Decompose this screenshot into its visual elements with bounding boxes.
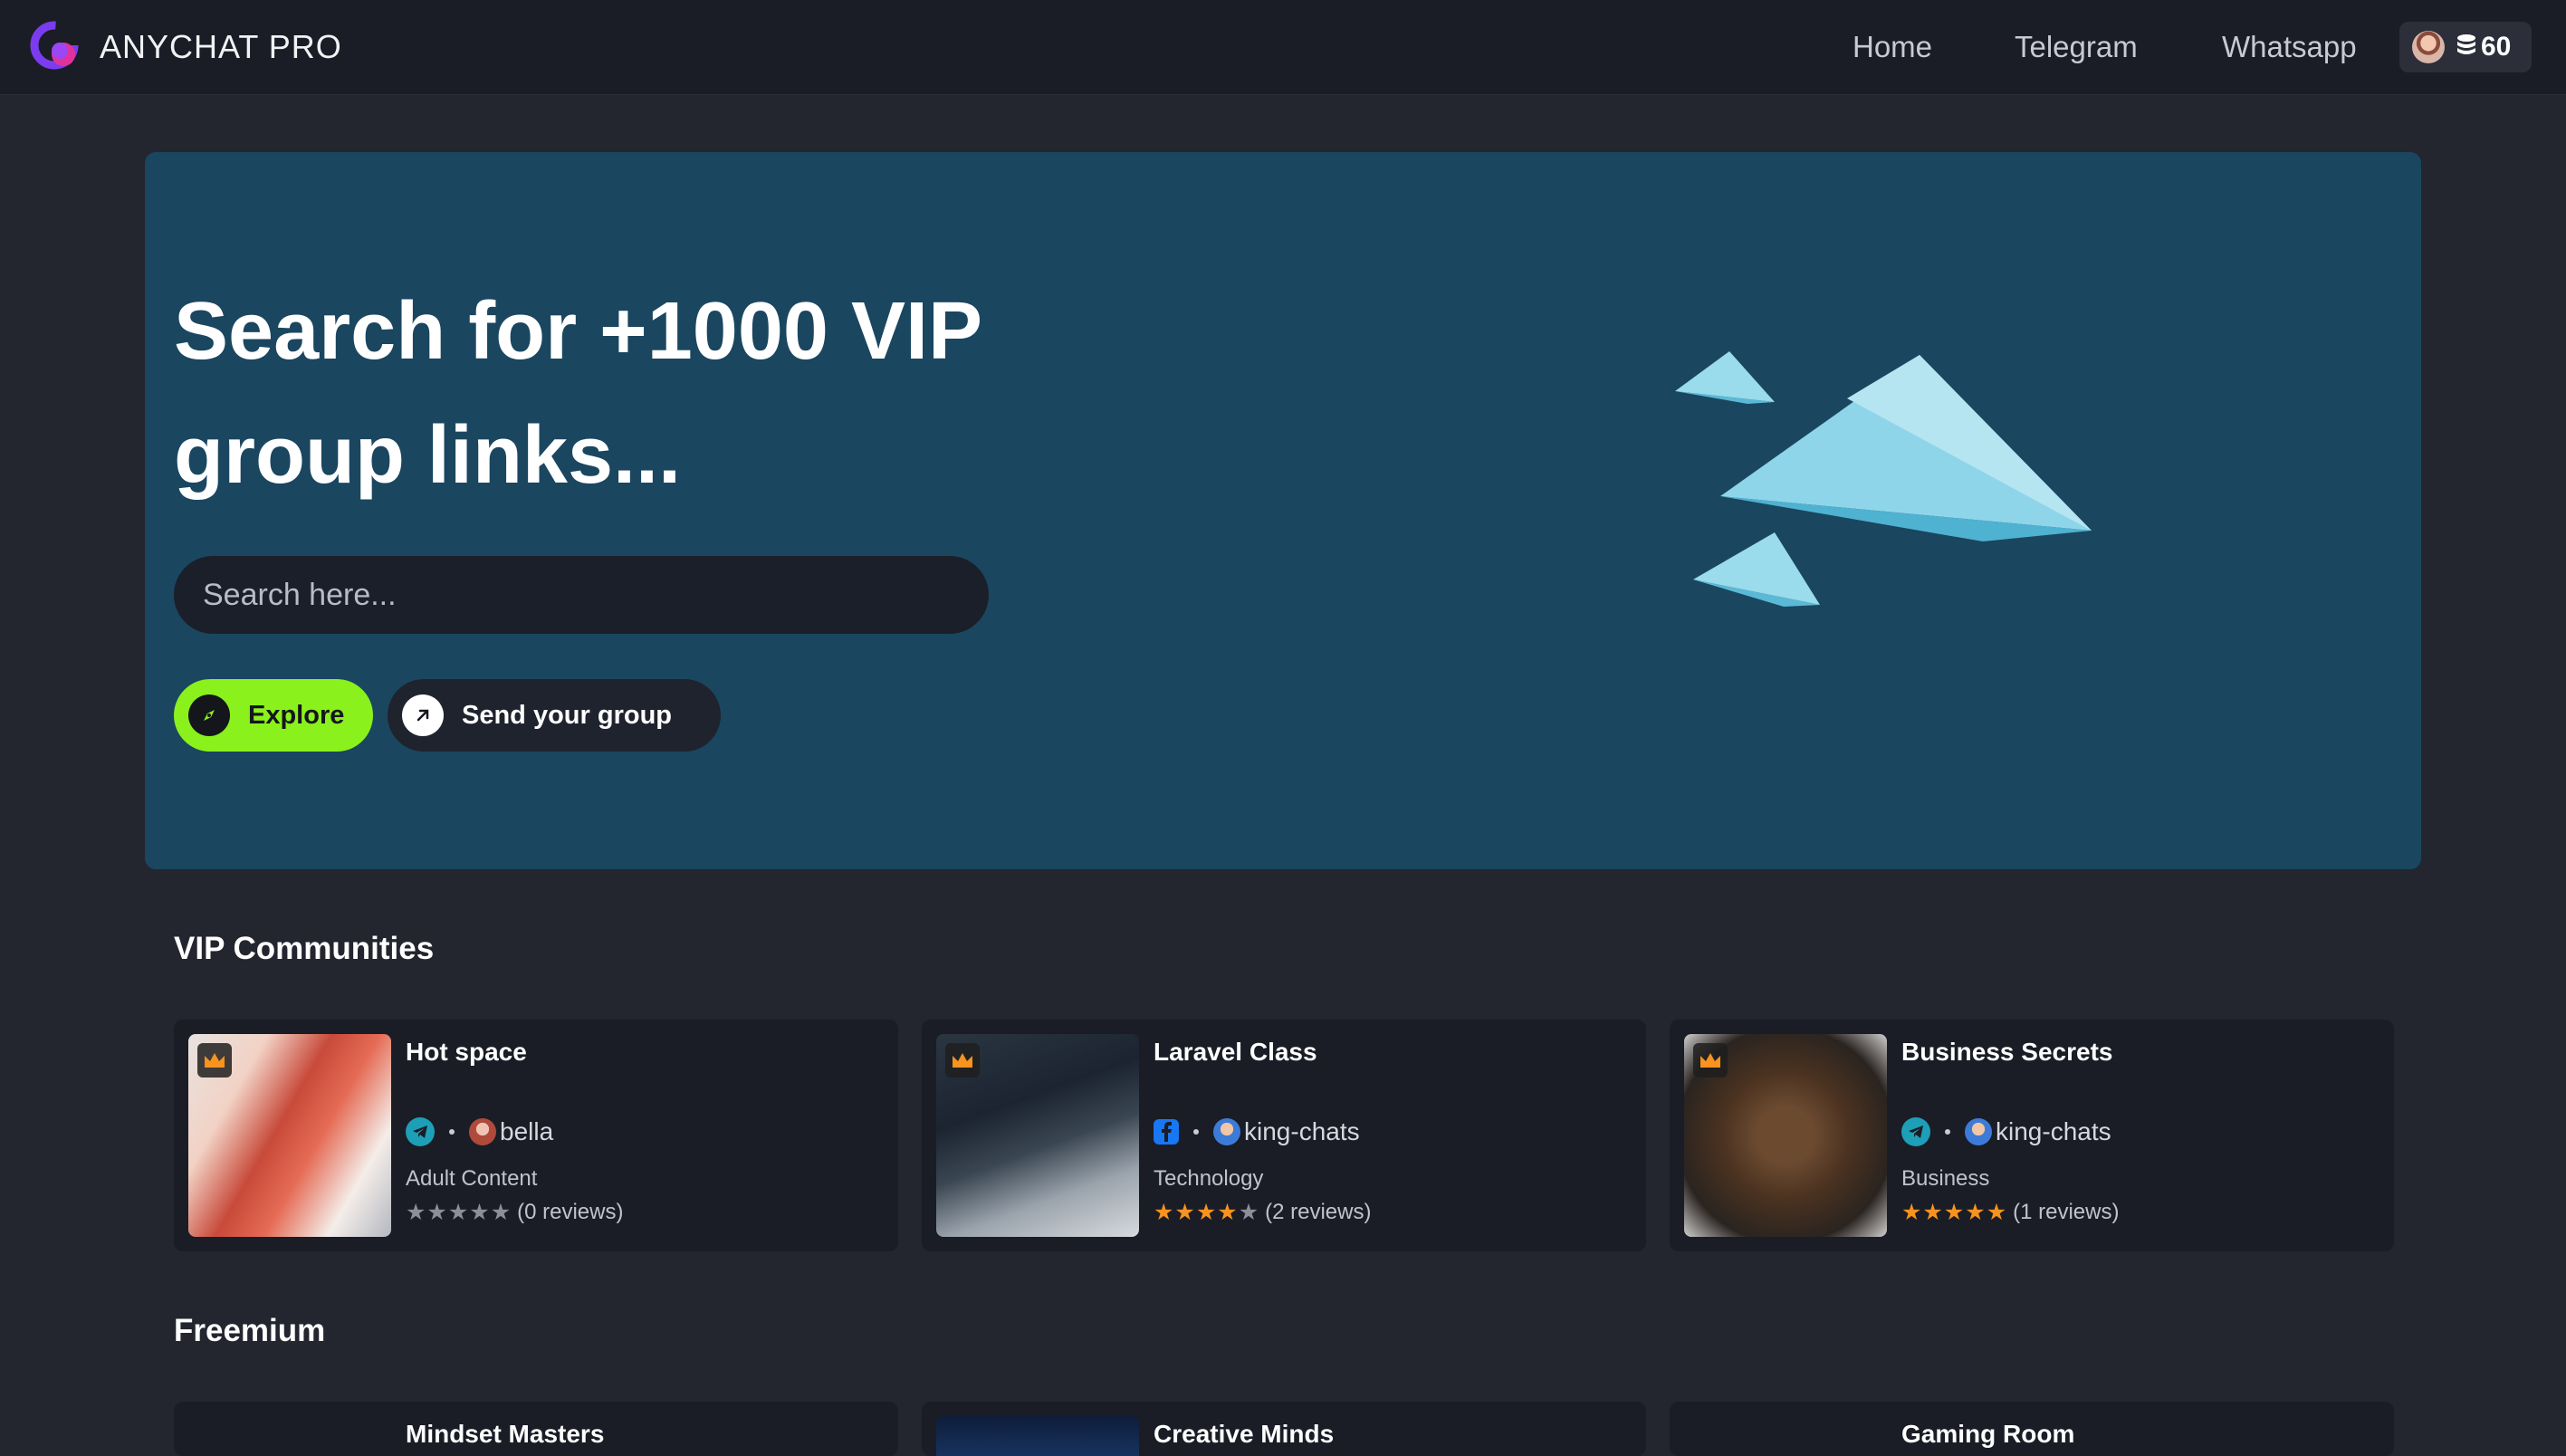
star-filled-icon: ★ bbox=[1922, 1200, 1943, 1225]
crown-icon bbox=[945, 1043, 980, 1078]
star-empty-icon: ★ bbox=[406, 1200, 426, 1225]
owner-name[interactable]: bella bbox=[500, 1117, 553, 1146]
category-label: Technology bbox=[1154, 1166, 1264, 1191]
card-title: Gaming Room bbox=[1901, 1420, 2075, 1448]
explore-button[interactable]: Explore bbox=[174, 679, 373, 752]
hero-title: Search for +1000 VIP group links... bbox=[174, 286, 981, 501]
anychat-logo-icon bbox=[29, 20, 83, 74]
search-input[interactable] bbox=[174, 556, 989, 634]
star-filled-icon: ★ bbox=[1943, 1200, 1965, 1225]
star-filled-icon: ★ bbox=[1174, 1200, 1195, 1225]
card-title: Creative Minds bbox=[1154, 1420, 1335, 1448]
rating: ★ ★ ★ ★ ★ (0 reviews) bbox=[406, 1199, 623, 1226]
category-label: Business bbox=[1901, 1166, 1990, 1191]
star-empty-icon: ★ bbox=[469, 1200, 490, 1225]
arrow-up-right-icon bbox=[402, 694, 444, 736]
brand[interactable]: ANYCHAT PRO bbox=[29, 18, 342, 76]
star-empty-icon: ★ bbox=[1238, 1200, 1259, 1225]
facebook-icon bbox=[1154, 1119, 1179, 1145]
vip-card-laravel-class[interactable]: Laravel Class king-chats Technology ★ ★ ★ ★… bbox=[922, 1020, 1646, 1251]
category-label: Adult Content bbox=[406, 1166, 538, 1191]
coin-balance: 60 bbox=[2481, 32, 2512, 62]
telegram-icon bbox=[406, 1117, 435, 1146]
owner-avatar bbox=[469, 1118, 496, 1145]
star-filled-icon: ★ bbox=[1901, 1200, 1922, 1225]
rating: ★ ★ ★ ★ ★ (1 reviews) bbox=[1901, 1199, 2119, 1226]
crown-icon bbox=[1693, 1043, 1728, 1078]
vip-card-hot-space[interactable]: Hot space bella Adult Content ★ ★ ★ ★ ★ (0 r… bbox=[174, 1020, 898, 1251]
card-title: Mindset Masters bbox=[406, 1420, 605, 1448]
group-thumbnail bbox=[188, 1034, 391, 1237]
card-title: Hot space bbox=[406, 1038, 527, 1066]
card-title: Laravel Class bbox=[1154, 1038, 1317, 1066]
star-empty-icon: ★ bbox=[490, 1200, 512, 1225]
star-filled-icon: ★ bbox=[1965, 1200, 1986, 1225]
star-filled-icon: ★ bbox=[1986, 1200, 2007, 1225]
send-group-label: Send your group bbox=[462, 700, 672, 730]
card-title: Business Secrets bbox=[1901, 1038, 2113, 1066]
freemium-card-mindset-masters[interactable]: Mindset Masters bbox=[174, 1402, 898, 1456]
group-thumbnail bbox=[936, 1416, 1139, 1456]
explore-label: Explore bbox=[248, 700, 345, 730]
coins-icon bbox=[2456, 33, 2477, 62]
nav-whatsapp[interactable]: Whatsapp bbox=[2222, 25, 2357, 69]
review-count: (0 reviews) bbox=[517, 1200, 624, 1224]
review-count: (2 reviews) bbox=[1265, 1200, 1372, 1224]
hero-banner: Search for +1000 VIP group links... Expl… bbox=[145, 152, 2421, 869]
rating: ★ ★ ★ ★ ★ (2 reviews) bbox=[1154, 1199, 1371, 1226]
freemium-section-title: Freemium bbox=[174, 1313, 326, 1348]
top-navbar: ANYCHAT PRO Home Telegram Whatsapp 60 bbox=[0, 0, 2566, 95]
vip-card-business-secrets[interactable]: Business Secrets king-chats Business ★ ★ ★… bbox=[1670, 1020, 2394, 1251]
star-empty-icon: ★ bbox=[426, 1200, 447, 1225]
send-group-button[interactable]: Send your group bbox=[388, 679, 721, 752]
owner-name[interactable]: king-chats bbox=[1244, 1117, 1360, 1146]
owner-name[interactable]: king-chats bbox=[1996, 1117, 2111, 1146]
freemium-card-creative-minds[interactable]: Creative Minds bbox=[922, 1402, 1646, 1456]
review-count: (1 reviews) bbox=[2013, 1200, 2120, 1224]
star-filled-icon: ★ bbox=[1217, 1200, 1238, 1225]
group-thumbnail bbox=[936, 1034, 1139, 1237]
crown-icon bbox=[197, 1043, 232, 1078]
telegram-icon bbox=[1901, 1117, 1930, 1146]
brand-name: ANYCHAT PRO bbox=[100, 28, 342, 65]
vip-section-title: VIP Communities bbox=[174, 931, 435, 966]
owner-avatar bbox=[1965, 1118, 1992, 1145]
star-filled-icon: ★ bbox=[1195, 1200, 1217, 1225]
avatar bbox=[2412, 31, 2445, 63]
compass-icon bbox=[188, 694, 230, 736]
owner-avatar bbox=[1213, 1118, 1240, 1145]
nav-telegram[interactable]: Telegram bbox=[2015, 25, 2138, 69]
paper-planes-illustration bbox=[1675, 351, 2092, 607]
nav-home[interactable]: Home bbox=[1853, 25, 1932, 69]
star-empty-icon: ★ bbox=[447, 1200, 469, 1225]
freemium-card-gaming-room[interactable]: Gaming Room bbox=[1670, 1402, 2394, 1456]
star-filled-icon: ★ bbox=[1154, 1200, 1174, 1225]
group-thumbnail bbox=[1684, 1034, 1887, 1237]
user-wallet-button[interactable]: 60 bbox=[2399, 22, 2532, 72]
